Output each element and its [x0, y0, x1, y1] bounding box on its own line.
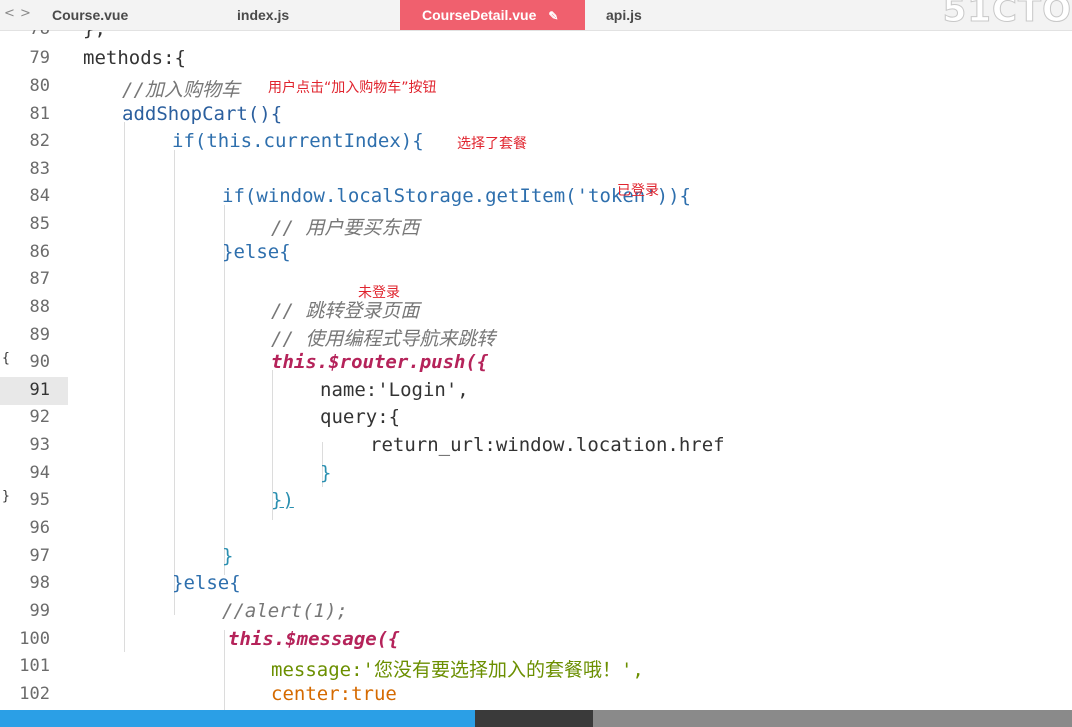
- tab-course-vue[interactable]: Course.vue: [52, 0, 128, 30]
- annotation-selected-package: 选择了套餐: [457, 136, 527, 152]
- code-text: }else{: [172, 572, 241, 594]
- line-number: 78: [30, 30, 50, 39]
- code-line: 82 if(this.currentIndex){: [0, 128, 1072, 156]
- tab-api-js[interactable]: api.js: [606, 0, 642, 30]
- tab-coursedetail-vue[interactable]: CourseDetail.vue ✎: [400, 0, 585, 30]
- tab-label: index.js: [237, 7, 290, 23]
- line-number: 80: [29, 76, 50, 96]
- code-text: this.$router.push({: [271, 351, 489, 373]
- code-line: 97 }: [0, 543, 1072, 571]
- line-number: 89: [29, 325, 50, 345]
- line-number: 95: [29, 490, 50, 510]
- code-editor[interactable]: 78 }, 79 methods:{ 80 //加入购物车 81 addShop…: [0, 30, 1072, 710]
- code-text: }: [320, 462, 332, 484]
- code-comment: // 用户要买东西: [271, 217, 420, 239]
- line-number: 101: [19, 656, 50, 676]
- code-text: message:'您没有要选择加入的套餐哦！',: [271, 659, 644, 681]
- code-line: 96: [0, 515, 1072, 543]
- code-text: }: [222, 545, 234, 567]
- line-number: 94: [29, 463, 50, 483]
- forward-icon[interactable]: >: [20, 6, 31, 21]
- code-comment: //加入购物车: [122, 79, 240, 101]
- line-number: 98: [29, 573, 50, 593]
- tab-label: api.js: [606, 7, 642, 23]
- code-line: 80 //加入购物车: [0, 73, 1072, 101]
- code-line: 98 }else{: [0, 570, 1072, 598]
- code-text: },: [83, 30, 106, 40]
- code-line: 81 addShopCart(){: [0, 101, 1072, 129]
- code-line: 78 },: [0, 30, 1072, 44]
- code-text: this.$message({: [228, 628, 400, 650]
- fold-open-icon[interactable]: {: [2, 351, 10, 366]
- line-number: 102: [19, 684, 50, 704]
- code-line: 94 }: [0, 460, 1072, 488]
- line-number: 84: [29, 186, 50, 206]
- pencil-icon: ✎: [548, 9, 559, 23]
- code-text: return_url:window.location.href: [370, 434, 725, 456]
- line-number: 85: [29, 214, 50, 234]
- line-number: 90: [29, 352, 50, 372]
- code-comment: //alert(1);: [222, 600, 348, 622]
- line-number: 97: [29, 546, 50, 566]
- code-line: 99 //alert(1);: [0, 598, 1072, 626]
- line-number: 100: [19, 629, 50, 649]
- progress-played: [0, 710, 475, 727]
- video-progress-bar[interactable]: [0, 710, 1072, 727]
- code-text: }): [271, 489, 294, 511]
- line-number: 93: [29, 435, 50, 455]
- line-number: 83: [29, 159, 50, 179]
- tab-label: CourseDetail.vue: [422, 7, 537, 23]
- code-text: center:true: [271, 683, 397, 705]
- code-line: 89 // 使用编程式导航来跳转: [0, 322, 1072, 350]
- code-line: 83: [0, 156, 1072, 184]
- annotation-not-logged-in: 未登录: [358, 285, 400, 301]
- code-line: } 95 }): [0, 487, 1072, 515]
- tab-label: Course.vue: [52, 7, 129, 23]
- code-line: 100 this.$message({: [0, 626, 1072, 654]
- code-text: methods:{: [83, 47, 186, 69]
- annotation-add-to-cart: 用户点击“加入购物车”按钮: [268, 80, 437, 96]
- code-line: 92 query:{: [0, 404, 1072, 432]
- code-line: 86 }else{: [0, 239, 1072, 267]
- line-number: 99: [29, 601, 50, 621]
- line-number: 82: [29, 131, 50, 151]
- line-number: 96: [29, 518, 50, 538]
- line-number: 79: [29, 48, 50, 68]
- code-line: 102 center:true: [0, 681, 1072, 709]
- line-number: 86: [29, 242, 50, 262]
- line-number: 91: [29, 380, 50, 400]
- code-line: 101 message:'您没有要选择加入的套餐哦！',: [0, 653, 1072, 681]
- code-line: 88 // 跳转登录页面: [0, 294, 1072, 322]
- back-icon[interactable]: <: [4, 6, 15, 21]
- annotation-logged-in: 已登录: [617, 183, 659, 199]
- tab-index-js[interactable]: index.js: [237, 0, 289, 30]
- code-comment: // 使用编程式导航来跳转: [271, 328, 496, 350]
- line-number: 88: [29, 297, 50, 317]
- progress-buffered: [475, 710, 593, 727]
- code-text: query:{: [320, 406, 401, 428]
- line-number: 92: [29, 407, 50, 427]
- tab-bar: < > Course.vue index.js CourseDetail.vue…: [0, 0, 1072, 31]
- fold-close-icon[interactable]: }: [2, 489, 10, 504]
- code-line: 85 // 用户要买东西: [0, 211, 1072, 239]
- code-text: if(this.currentIndex){: [172, 130, 424, 152]
- line-number: 81: [29, 104, 50, 124]
- code-text: addShopCart(){: [122, 103, 283, 125]
- code-line: 84 if(window.localStorage.getItem('token…: [0, 183, 1072, 211]
- code-line: 93 return_url:window.location.href: [0, 432, 1072, 460]
- code-line-current: 91 name:'Login',: [0, 377, 1072, 405]
- code-line: {90 this.$router.push({: [0, 349, 1072, 377]
- code-line: 79 methods:{: [0, 45, 1072, 73]
- code-text: name:'Login',: [320, 379, 469, 401]
- line-number: 87: [29, 269, 50, 289]
- code-text: }else{: [222, 241, 291, 263]
- code-line: 87: [0, 266, 1072, 294]
- watermark-logo: 51CTO: [942, 0, 1072, 31]
